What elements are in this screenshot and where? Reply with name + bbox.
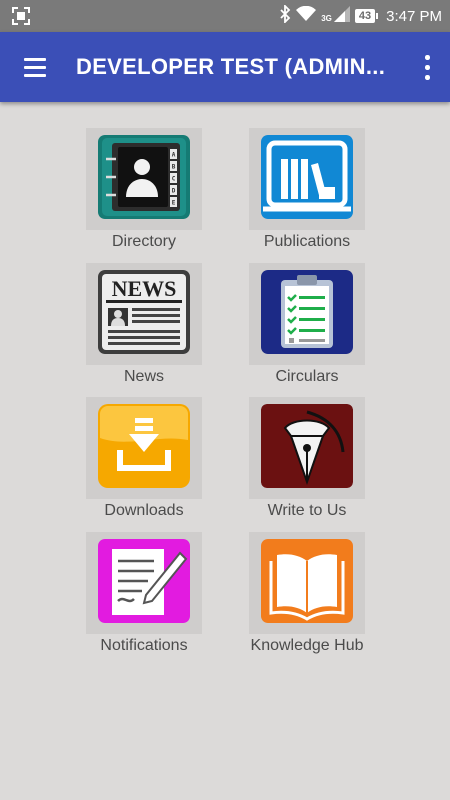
publications-tile[interactable]: Publications [234, 128, 374, 252]
open-book-icon [261, 539, 353, 623]
knowledge-hub-label: Knowledge Hub [250, 637, 364, 654]
news-masthead: NEWS [112, 276, 177, 301]
more-options-button[interactable] [416, 51, 438, 83]
downloads-tile[interactable]: Downloads [71, 397, 211, 521]
write-to-us-tile[interactable]: Write to Us [234, 397, 374, 521]
circulars-label: Circulars [275, 368, 339, 385]
directory-tab-c: C [172, 176, 176, 183]
news-tile[interactable]: NEWS News [71, 263, 211, 387]
notifications-label: Notifications [100, 637, 188, 654]
battery-level: 43 [354, 9, 379, 23]
directory-tab-e: E [172, 200, 176, 207]
directory-tab-d: D [172, 188, 176, 195]
wifi-icon [296, 5, 317, 27]
app-bar: DEVELOPER TEST (ADMIN... [0, 32, 450, 102]
directory-label: Directory [111, 233, 176, 250]
bluetooth-icon [279, 3, 291, 28]
circulars-tile[interactable]: Circulars [234, 263, 374, 387]
directory-tab-a: A [172, 152, 176, 159]
write-to-us-label: Write to Us [267, 502, 347, 519]
downloads-icon [98, 404, 190, 488]
clock: 3:47 PM [386, 7, 442, 25]
publications-icon [261, 135, 353, 219]
network-type: 3G [321, 14, 332, 23]
news-label: News [123, 368, 164, 385]
directory-tile[interactable]: A B C D E Directory [71, 128, 211, 252]
directory-tab-b: B [172, 164, 176, 171]
app-title: DEVELOPER TEST (ADMIN... [76, 54, 386, 79]
notifications-tile[interactable]: Notifications [71, 532, 211, 656]
signal-icon [333, 5, 350, 27]
downloads-label: Downloads [104, 502, 184, 519]
publications-label: Publications [263, 233, 351, 250]
hamburger-menu-button[interactable] [14, 49, 56, 85]
directory-icon: A B C D E [98, 135, 190, 219]
knowledge-hub-tile[interactable]: Knowledge Hub [234, 532, 374, 656]
pen-nib-icon [261, 404, 353, 488]
news-icon: NEWS [98, 270, 190, 354]
circulars-icon [261, 270, 353, 354]
status-bar: 3G 43 3:47 PM [0, 0, 450, 32]
screenshot-icon [12, 7, 30, 30]
notifications-icon [98, 539, 190, 623]
